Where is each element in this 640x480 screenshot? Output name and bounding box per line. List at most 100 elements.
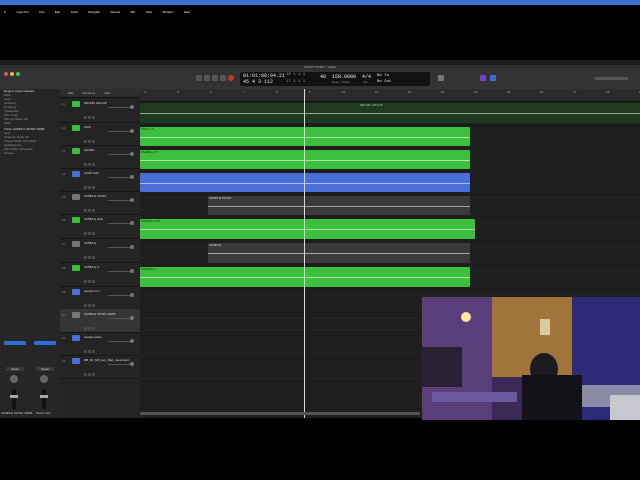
solo-button[interactable] <box>88 116 91 119</box>
solo-button[interactable] <box>88 256 91 259</box>
solo-button[interactable] <box>88 140 91 143</box>
solo-button[interactable] <box>88 186 91 189</box>
automation-read-left[interactable]: Read <box>6 367 24 371</box>
view-menu[interactable]: View <box>104 91 110 95</box>
master-volume-slider[interactable] <box>594 77 628 80</box>
menu-mix[interactable]: Mix <box>131 10 136 14</box>
mute-button[interactable] <box>84 116 87 119</box>
edit-menu[interactable]: Edit <box>68 91 73 95</box>
track-pan-knob[interactable] <box>130 339 134 343</box>
play-button[interactable] <box>220 75 226 81</box>
minimize-window-button[interactable] <box>10 72 14 76</box>
record-enable-button[interactable] <box>92 280 95 283</box>
menu-record[interactable]: Record <box>110 10 120 14</box>
record-enable-button[interactable] <box>92 140 95 143</box>
solo-button[interactable] <box>88 232 91 235</box>
track-header[interactable]: 19 sample trim <box>60 286 140 310</box>
solo-button[interactable] <box>88 373 91 376</box>
track-lane[interactable]: SAMPLE <box>140 241 640 266</box>
track-volume-slider[interactable] <box>108 318 130 319</box>
track-lane[interactable] <box>140 171 640 195</box>
mute-button[interactable] <box>84 304 87 307</box>
track-name[interactable]: SAMPLE 2 <box>84 265 99 269</box>
track-pan-knob[interactable] <box>130 129 134 133</box>
track-header[interactable]: 15 SAMPLE PIANO <box>60 191 140 215</box>
stop-button[interactable] <box>212 75 218 81</box>
menu-file[interactable]: File <box>39 10 44 14</box>
track-pan-knob[interactable] <box>130 221 134 225</box>
track-volume-slider[interactable] <box>108 247 130 248</box>
record-enable-button[interactable] <box>92 209 95 212</box>
solo-button[interactable] <box>88 280 91 283</box>
mute-button[interactable] <box>84 327 87 330</box>
track-name[interactable]: KICK <box>84 125 91 129</box>
track-lane[interactable]: KICK_2.3 <box>140 125 640 149</box>
audio-region[interactable] <box>140 173 470 192</box>
menu-help[interactable]: Help <box>184 10 190 14</box>
track-header[interactable]: 18 SAMPLE 2 <box>60 262 140 287</box>
track-header[interactable]: 12 KICK <box>60 122 140 146</box>
track-lane[interactable]: SAMPLE chck <box>140 217 640 242</box>
solo-button[interactable] <box>88 350 91 353</box>
record-button[interactable] <box>228 75 234 81</box>
track-name[interactable]: SAMPLE <box>84 241 96 245</box>
metronome-button[interactable] <box>480 75 486 81</box>
rewind-button[interactable] <box>196 75 202 81</box>
track-pan-knob[interactable] <box>130 362 134 366</box>
track-volume-slider[interactable] <box>108 177 130 178</box>
track-pan-knob[interactable] <box>130 316 134 320</box>
audio-region[interactable]: SAMPLE <box>208 243 470 263</box>
menu-logic[interactable]: Logic Pro <box>16 10 29 14</box>
track-header[interactable]: 11 DRUMS GROUP <box>60 98 140 123</box>
mute-button[interactable] <box>84 209 87 212</box>
record-enable-button[interactable] <box>92 256 95 259</box>
track-header[interactable]: 21 sample piano <box>60 332 140 356</box>
playhead[interactable] <box>304 89 305 418</box>
track-pan-knob[interactable] <box>130 152 134 156</box>
audio-region[interactable]: DRUMS GROUP <box>140 103 640 123</box>
track-volume-slider[interactable] <box>108 271 130 272</box>
track-volume-slider[interactable] <box>108 295 130 296</box>
mute-button[interactable] <box>84 350 87 353</box>
track-name[interactable]: RB_Fk_106_key_Bad_movement <box>84 358 129 362</box>
horizontal-scrollbar[interactable] <box>140 412 420 415</box>
track-name[interactable]: SAMPLE PIANO <box>84 194 106 198</box>
functions-menu[interactable]: Functions <box>82 91 95 95</box>
record-enable-button[interactable] <box>92 373 95 376</box>
pan-knob-right[interactable] <box>40 375 48 383</box>
apple-icon[interactable]: ● <box>4 10 6 14</box>
track-volume-slider[interactable] <box>108 341 130 342</box>
menu-edit[interactable]: Edit <box>55 10 60 14</box>
track-header[interactable]: 16 SAMPLE chck <box>60 214 140 239</box>
track-name[interactable]: sample piano <box>84 335 102 339</box>
tuner-button[interactable] <box>438 75 444 81</box>
track-header[interactable]: 13 SNARE <box>60 145 140 169</box>
record-enable-button[interactable] <box>92 163 95 166</box>
mute-button[interactable] <box>84 373 87 376</box>
menu-navigate[interactable]: Navigate <box>88 10 100 14</box>
mute-button[interactable] <box>84 163 87 166</box>
audio-region[interactable]: SAMPLE PIANO <box>208 196 470 215</box>
track-volume-slider[interactable] <box>108 131 130 132</box>
track-header[interactable]: 20 SAMPLE INTRO VERB <box>60 309 140 333</box>
fader-left[interactable] <box>10 389 18 409</box>
track-header[interactable]: 22 RB_Fk_106_key_Bad_movement <box>60 355 140 379</box>
mute-button[interactable] <box>84 140 87 143</box>
track-header[interactable]: 17 SAMPLE <box>60 238 140 263</box>
menu-window[interactable]: Window <box>163 10 174 14</box>
track-name[interactable]: sample trim <box>84 289 100 293</box>
forward-button[interactable] <box>204 75 210 81</box>
count-in-button[interactable] <box>490 75 496 81</box>
fader-right[interactable] <box>40 389 48 409</box>
track-pan-knob[interactable] <box>130 105 134 109</box>
mute-button[interactable] <box>84 186 87 189</box>
mute-button[interactable] <box>84 232 87 235</box>
solo-button[interactable] <box>88 327 91 330</box>
audio-region[interactable]: SAMPLE 2 <box>140 267 470 287</box>
track-name[interactable]: LOOP HAT <box>84 171 99 175</box>
audio-region[interactable]: SNARE_2.3 <box>140 150 470 169</box>
track-lane[interactable]: DRUMS GROUP <box>140 101 640 126</box>
solo-button[interactable] <box>88 304 91 307</box>
pan-knob-left[interactable] <box>10 375 18 383</box>
track-pan-knob[interactable] <box>130 293 134 297</box>
